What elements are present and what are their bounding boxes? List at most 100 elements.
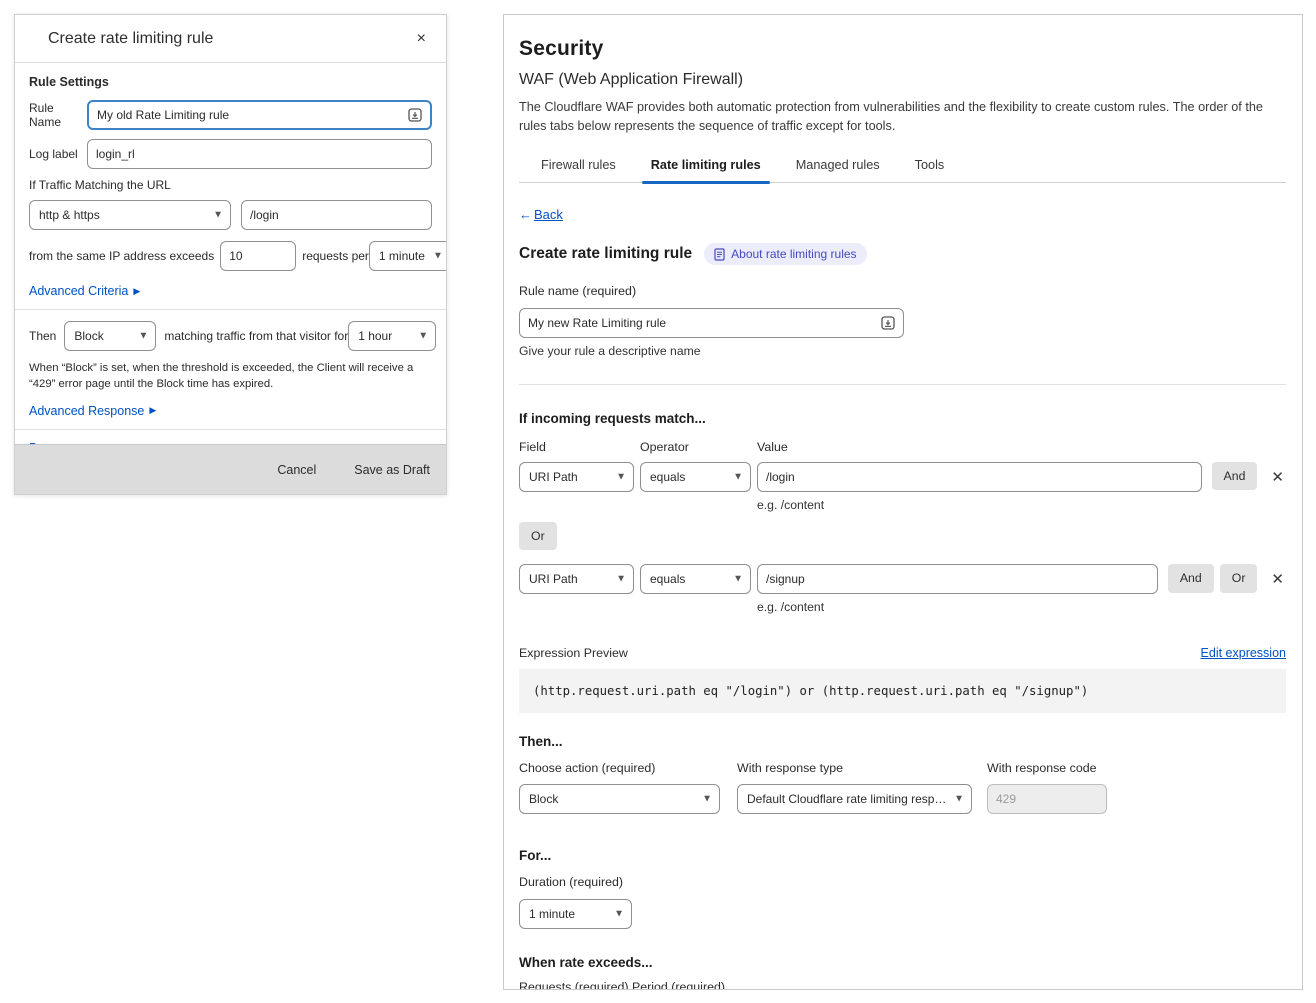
and-button[interactable]: And [1168,564,1214,592]
field-column-label: Field [519,440,640,454]
advanced-criteria-label: Advanced Criteria [29,284,128,298]
remove-row-icon[interactable]: ✕ [1269,462,1286,492]
field-select[interactable]: URI Path ▼ [519,564,634,594]
rule-name-helper: Give your rule a descriptive name [519,344,1286,358]
divider [15,309,446,310]
chevron-down-icon: ▼ [954,794,964,805]
threshold-period-select[interactable]: 1 minute ▼ [369,241,446,271]
rule-name-field-wrap [519,308,904,338]
action-select-value: Block [74,329,103,343]
tab-tools[interactable]: Tools [911,158,949,182]
tab-managed-rules[interactable]: Managed rules [792,158,884,182]
dialog-title: Create rate limiting rule [48,30,213,48]
response-code-input [987,784,1107,814]
chevron-down-icon: ▼ [733,574,743,585]
chevron-down-icon: ▼ [616,574,626,585]
operator-select[interactable]: equals ▼ [640,462,751,492]
legacy-rate-limit-dialog: Create rate limiting rule × Rule Setting… [14,14,447,495]
and-button[interactable]: And [1212,462,1258,490]
dialog-body: Rule Settings Rule Name Log label If Tra… [15,63,446,444]
divider [15,429,446,430]
match-column-labels: Field Operator Value [519,440,1286,454]
rule-name-field-wrap [87,100,432,130]
page-subtitle: WAF (Web Application Firewall) [519,71,1286,89]
rule-name-input[interactable] [528,316,875,330]
dialog-header: Create rate limiting rule × [15,15,446,63]
waf-panel: Security WAF (Web Application Firewall) … [503,14,1303,990]
threshold-input[interactable] [220,241,296,271]
field-select[interactable]: URI Path ▼ [519,462,634,492]
log-label-row: Log label [29,139,432,169]
choose-action-label: Choose action (required) [519,761,720,775]
value-column-label: Value [757,440,788,454]
tab-rate-limiting-rules[interactable]: Rate limiting rules [647,158,765,182]
scheme-select[interactable]: http & https ▼ [29,200,231,230]
rate-heading: When rate exceeds... [519,955,1286,970]
value-helper: e.g. /content [757,498,1202,512]
action-select[interactable]: Block ▼ [519,784,720,814]
tab-firewall-rules[interactable]: Firewall rules [537,158,620,182]
dialog-footer: Cancel Save as Draft [15,444,446,494]
advanced-criteria-link[interactable]: Advanced Criteria ▶ [29,284,140,298]
page-description: The Cloudflare WAF provides both automat… [519,98,1286,136]
about-badge-label: About rate limiting rules [731,247,856,261]
expression-preview-label: Expression Preview [519,646,628,660]
action-select-value: Block [529,792,558,806]
then-heading: Then... [519,734,1286,749]
response-type-label: With response type [737,761,972,775]
or-connector-button[interactable]: Or [519,522,557,550]
rule-name-row: Rule Name [29,100,432,130]
advanced-response-link[interactable]: Advanced Response ▶ [29,404,156,418]
remove-row-icon[interactable]: ✕ [1269,564,1286,594]
response-type-value: Default Cloudflare rate limiting respons… [747,792,951,806]
chevron-down-icon: ▼ [213,209,223,220]
block-note: When “Block” is set, when the threshold … [29,360,432,393]
rule-name-input[interactable] [97,108,402,122]
value-input[interactable] [766,470,1193,484]
then-suffix-text: matching traffic from that visitor for [164,329,348,343]
operator-column-label: Operator [640,440,757,454]
cancel-button[interactable]: Cancel [277,463,316,477]
page-title: Security [519,37,1286,61]
match-heading: If incoming requests match... [519,411,1286,426]
about-rate-limiting-badge[interactable]: About rate limiting rules [704,243,866,265]
chevron-down-icon: ▼ [616,471,626,482]
response-type-select[interactable]: Default Cloudflare rate limiting respons… [737,784,972,814]
back-link[interactable]: ← Back [519,207,563,222]
url-match-row: http & https ▼ [29,200,432,230]
advanced-response-label: Advanced Response [29,404,144,418]
threshold-suffix-text: requests per [302,249,369,263]
then-row: Then Block ▼ matching traffic from that … [29,321,432,351]
requests-label: Requests (required) [519,980,622,990]
field-select-value: URI Path [529,572,578,586]
divider [519,384,1286,385]
log-label-input[interactable] [96,147,423,161]
value-input[interactable] [766,572,1149,586]
match-row-2: URI Path ▼ equals ▼ e.g. /content And Or… [519,564,1286,614]
close-icon[interactable]: × [417,31,426,47]
edit-expression-link[interactable]: Edit expression [1201,646,1286,660]
duration-select[interactable]: 1 minute ▼ [519,899,632,929]
or-button[interactable]: Or [1220,564,1258,592]
operator-select[interactable]: equals ▼ [640,564,751,594]
chevron-down-icon: ▼ [733,471,743,482]
input-extension-icon [408,108,422,122]
save-as-draft-button[interactable]: Save as Draft [354,463,430,477]
value-helper: e.g. /content [757,600,1158,614]
document-icon [714,248,725,261]
chevron-down-icon: ▼ [614,909,624,920]
input-extension-icon [881,316,895,330]
expression-code: (http.request.uri.path eq "/login") or (… [519,669,1286,713]
field-select-value: URI Path [529,470,578,484]
threshold-period-value: 1 minute [379,249,425,263]
url-input[interactable] [250,208,423,222]
period-label: Period (required) [632,980,739,990]
then-label: Then [29,329,56,343]
triangle-right-icon: ▶ [149,406,156,415]
action-select[interactable]: Block ▼ [64,321,156,351]
log-label-label: Log label [29,147,87,161]
rule-settings-heading: Rule Settings [29,75,432,89]
rule-name-label: Rule Name [29,101,87,129]
ban-duration-select[interactable]: 1 hour ▼ [348,321,436,351]
value-field-wrap [757,462,1202,492]
